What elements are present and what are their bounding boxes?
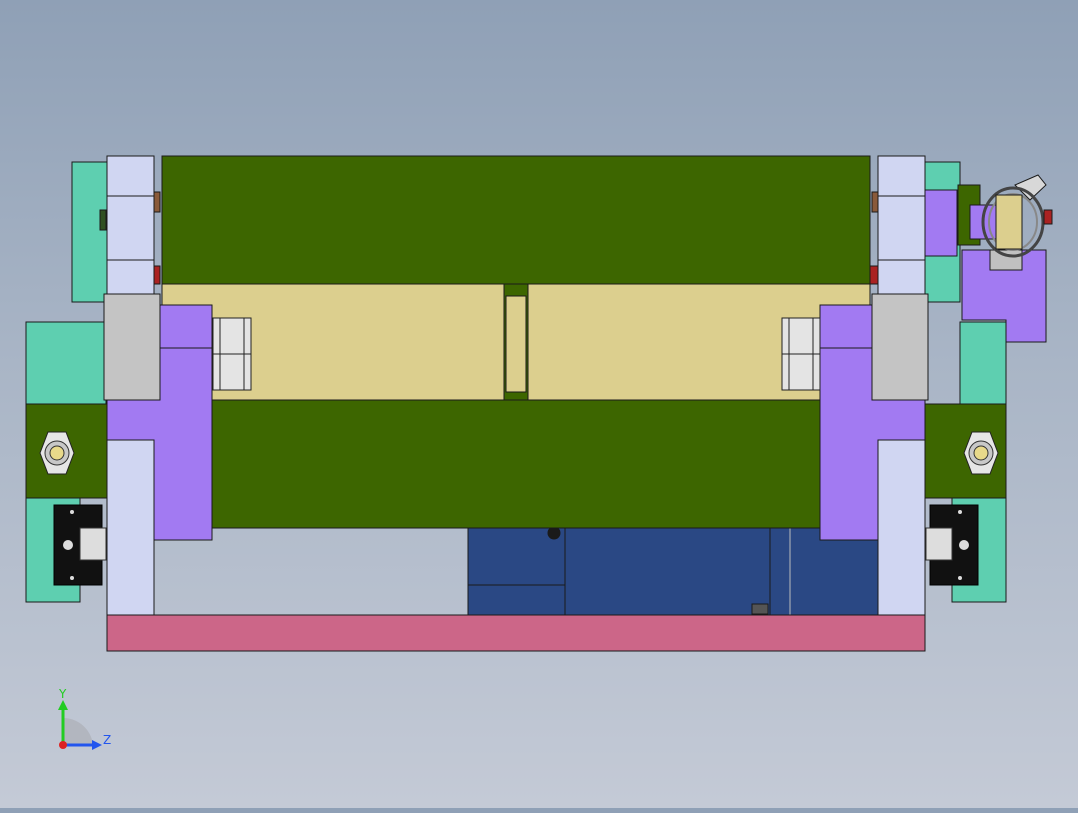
y-axis-label: Y [58, 687, 67, 701]
z-axis-label: Z [103, 733, 111, 747]
left-arm-block[interactable] [25, 403, 109, 499]
right-bolt-icon[interactable] [781, 317, 821, 391]
cad-viewport[interactable]: Y Z [0, 0, 1078, 808]
lower-roller[interactable] [161, 399, 871, 529]
left-hex-nut-icon[interactable] [39, 431, 75, 475]
right-arm-block[interactable] [923, 403, 1007, 499]
center-shaft[interactable] [161, 283, 871, 401]
left-spacer[interactable] [103, 293, 161, 401]
right-sensor-block[interactable] [925, 504, 979, 586]
orientation-triad: Y Z [58, 687, 111, 750]
right-hex-nut-icon[interactable] [963, 431, 999, 475]
motor-housing[interactable] [467, 526, 881, 617]
base-plate[interactable] [106, 614, 926, 652]
right-spacer[interactable] [871, 293, 929, 401]
left-sensor-block[interactable] [53, 504, 107, 586]
assembly-drawing[interactable]: Y Z [0, 0, 1078, 808]
x-axis-dot [59, 741, 67, 749]
upper-roller[interactable] [161, 155, 871, 285]
left-bolt-icon[interactable] [212, 317, 252, 391]
